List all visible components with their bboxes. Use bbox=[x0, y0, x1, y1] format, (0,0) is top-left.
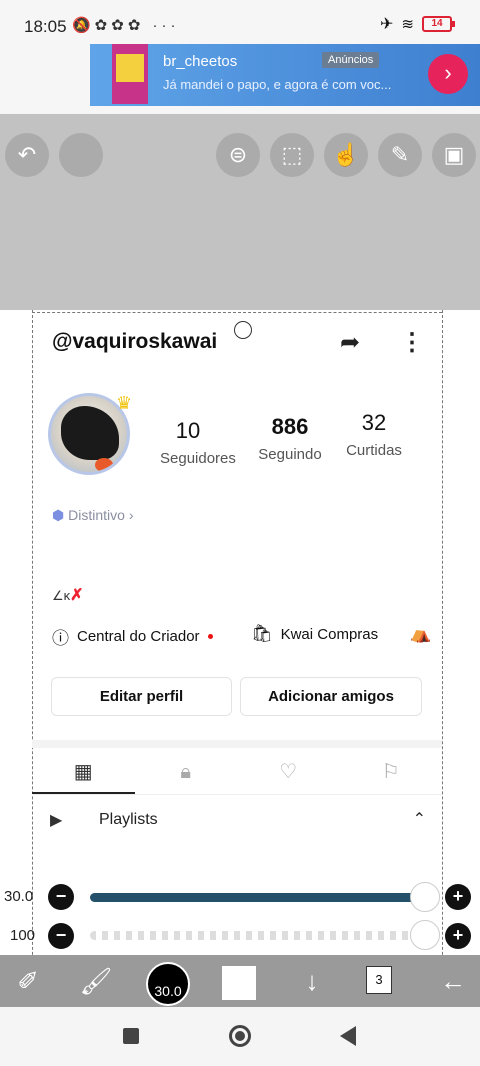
eraser-icon[interactable]: ✐ bbox=[8, 955, 48, 1007]
more-links-icon[interactable]: ⛺ bbox=[410, 624, 431, 644]
stat-likes-value: 32 bbox=[361, 410, 387, 435]
opacity-slider-knob[interactable] bbox=[410, 920, 440, 950]
bolt-icon: ⓘ bbox=[52, 629, 69, 648]
brush-icon[interactable]: 🖌︎ bbox=[76, 955, 116, 1007]
stat-following-value: 886 bbox=[271, 414, 309, 439]
stat-followers-value: 10 bbox=[175, 418, 201, 443]
undo-icon[interactable]: ↶ bbox=[5, 133, 49, 177]
canvas-guide-right bbox=[442, 310, 443, 1010]
status-time: 18:05 bbox=[24, 17, 67, 36]
ad-banner-area: br_cheetos Já mandei o papo, e agora é c… bbox=[0, 44, 480, 114]
ad-account-name: br_cheetos bbox=[163, 53, 238, 70]
kwai-shop-link[interactable]: 🛍 Kwai Compras bbox=[251, 624, 378, 644]
size-slider[interactable] bbox=[90, 893, 420, 902]
chevron-up-icon: ⌃ bbox=[412, 811, 426, 828]
playlist-icon: ▶ bbox=[50, 812, 63, 829]
stat-likes-label: Curtidas bbox=[346, 442, 402, 459]
lock-icon[interactable]: 🔒︎ bbox=[135, 752, 238, 794]
badge-label: Distintivo bbox=[68, 507, 125, 523]
pencil-icon[interactable]: ✎ bbox=[378, 133, 422, 177]
notification-icons: 🔕✿✿✿ ··· bbox=[72, 17, 180, 34]
add-friends-button[interactable]: Adicionar amigos bbox=[240, 677, 422, 716]
badge-link[interactable]: ⬢ Distintivo › bbox=[52, 507, 133, 524]
crown-icon: ♛ bbox=[116, 393, 133, 413]
ad-banner[interactable]: br_cheetos Já mandei o papo, e agora é c… bbox=[90, 44, 480, 106]
more-icon[interactable]: ⋮ bbox=[400, 328, 424, 357]
heart-icon[interactable]: ♡ bbox=[237, 752, 340, 794]
size-decrease-button[interactable]: − bbox=[48, 884, 74, 910]
stat-followers-label: Seguidores bbox=[160, 450, 236, 467]
gem-icon: ⬢ bbox=[52, 507, 65, 523]
selection-icon[interactable]: ⬚ bbox=[270, 133, 314, 177]
opacity-value: 100 bbox=[10, 927, 36, 944]
brush-size-button[interactable]: 30.0 bbox=[146, 962, 190, 1006]
toggle-icon[interactable]: ⊜ bbox=[216, 133, 260, 177]
profile-username: @vaquiroskawai bbox=[52, 330, 218, 353]
layers-button[interactable]: 3 bbox=[366, 966, 392, 994]
bio-text: ∠κ bbox=[52, 588, 71, 603]
stat-likes[interactable]: 32 Curtidas bbox=[346, 410, 402, 459]
avatar-image bbox=[61, 406, 119, 460]
profile-tabs: ▦ 🔒︎ ♡ ⚐ bbox=[32, 752, 442, 794]
brush-size-value: 30.0 bbox=[4, 888, 34, 905]
redo-button[interactable] bbox=[59, 133, 103, 177]
ad-thumbnail bbox=[112, 44, 148, 104]
profile-bio: ∠κ✗ bbox=[52, 585, 84, 605]
back-button[interactable] bbox=[340, 1026, 356, 1046]
kwai-shop-label: Kwai Compras bbox=[280, 625, 379, 643]
notification-dot bbox=[207, 634, 213, 639]
playlists-label: Playlists bbox=[99, 811, 158, 828]
creator-center-link[interactable]: ⓘ Central do Criador bbox=[52, 624, 213, 649]
home-button[interactable] bbox=[229, 1025, 251, 1047]
recent-apps-button[interactable] bbox=[123, 1028, 139, 1044]
airplane-icon: ✈ bbox=[380, 16, 394, 33]
battery-icon: 14 bbox=[422, 16, 455, 32]
image-icon[interactable]: ▣ bbox=[432, 133, 476, 177]
back-arrow-icon[interactable]: ← bbox=[432, 955, 474, 1007]
arrow-down-icon[interactable]: ↓ bbox=[292, 955, 332, 1007]
creator-center-label: Central do Criador bbox=[77, 628, 200, 645]
status-right-icons: ✈ ≋ 14 bbox=[380, 14, 455, 34]
hand-icon[interactable]: ☝ bbox=[324, 133, 368, 177]
opacity-slider[interactable] bbox=[90, 931, 420, 940]
status-bar: 18:05 🔕✿✿✿ ··· ✈ ≋ 14 bbox=[0, 0, 480, 44]
ad-open-button[interactable]: › bbox=[428, 54, 468, 94]
brush-cursor bbox=[234, 321, 252, 339]
stat-following-label: Seguindo bbox=[258, 446, 322, 463]
share-icon[interactable]: ➦ bbox=[340, 328, 360, 357]
ad-message: Já mandei o papo, e agora é com voc... bbox=[163, 77, 392, 92]
avatar-decoration bbox=[95, 458, 113, 472]
stat-following[interactable]: 886 Seguindo bbox=[256, 414, 324, 463]
playlists-row[interactable]: ▶ Playlists ⌃ bbox=[50, 808, 430, 834]
cross-icon: ✗ bbox=[70, 587, 84, 604]
color-picker-button[interactable] bbox=[222, 966, 256, 1000]
chevron-right-icon: › bbox=[128, 507, 134, 523]
stat-followers[interactable]: 10 Seguidores bbox=[160, 418, 236, 467]
bag-icon: 🛍 bbox=[251, 624, 273, 643]
size-increase-button[interactable]: + bbox=[445, 884, 471, 910]
section-divider bbox=[32, 740, 442, 748]
size-slider-knob[interactable] bbox=[410, 882, 440, 912]
tent-icon: ⛺ bbox=[410, 624, 432, 643]
opacity-decrease-button[interactable]: − bbox=[48, 923, 74, 949]
tabs-underline bbox=[32, 794, 442, 795]
canvas-guide-left bbox=[32, 310, 33, 1010]
wifi-icon: ≋ bbox=[401, 16, 414, 33]
opacity-increase-button[interactable]: + bbox=[445, 923, 471, 949]
grid-icon[interactable]: ▦ bbox=[32, 752, 135, 794]
edit-profile-button[interactable]: Editar perfil bbox=[51, 677, 232, 716]
bookmark-icon[interactable]: ⚐ bbox=[340, 752, 443, 794]
ad-tag: Anúncios bbox=[322, 52, 380, 68]
canvas-guide-top bbox=[32, 312, 442, 313]
